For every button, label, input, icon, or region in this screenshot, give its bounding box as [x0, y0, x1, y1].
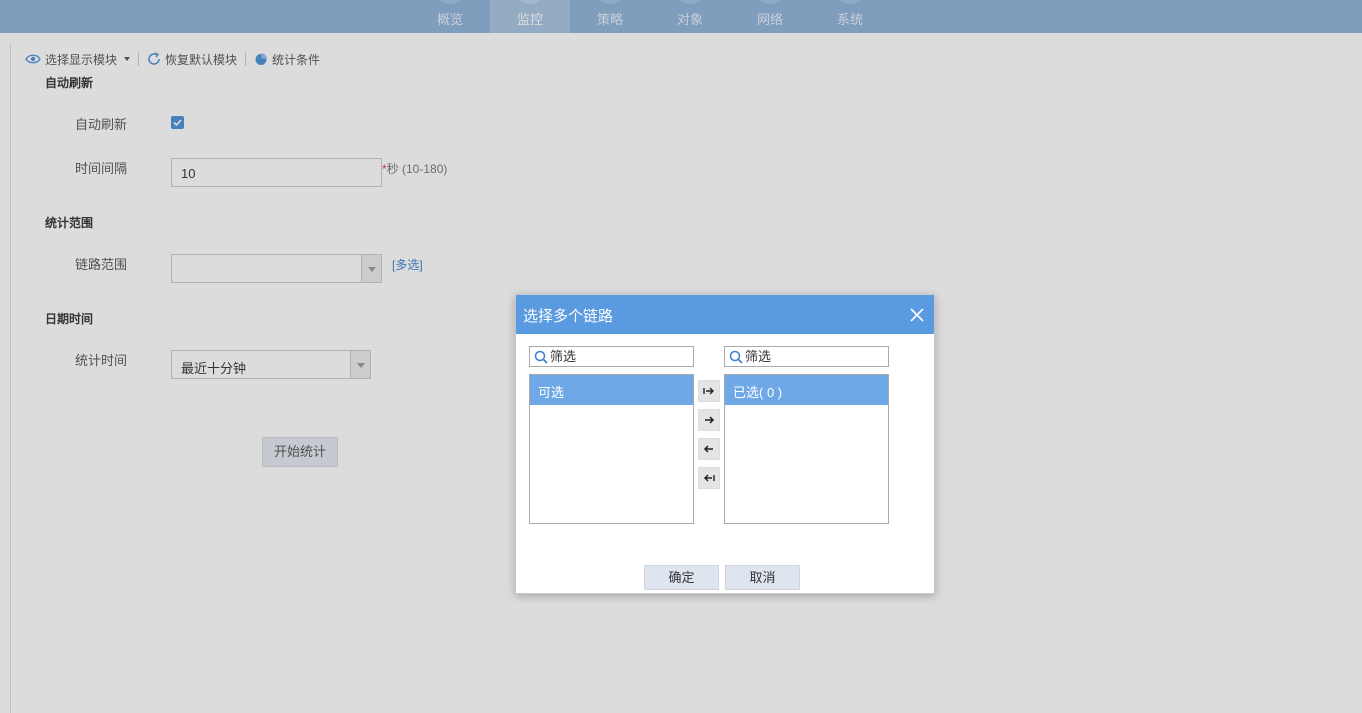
- select-links-dialog: 选择多个链路 可选 已选( 0 ) 确定 取消: [515, 294, 935, 594]
- move-left-button[interactable]: [698, 438, 720, 460]
- move-all-left-button[interactable]: [698, 467, 720, 489]
- double-arrow-left-icon: [704, 474, 715, 482]
- available-list-header: 可选: [530, 375, 693, 405]
- dialog-title: 选择多个链路: [523, 308, 614, 325]
- move-all-right-button[interactable]: [698, 380, 720, 402]
- confirm-button[interactable]: 确定: [644, 565, 719, 590]
- selected-list-header: 已选( 0 ): [725, 375, 888, 405]
- available-list[interactable]: 可选: [529, 374, 694, 524]
- selected-list[interactable]: 已选( 0 ): [724, 374, 889, 524]
- available-filter-input[interactable]: [550, 348, 690, 365]
- dialog-header: 选择多个链路: [516, 295, 934, 334]
- move-right-button[interactable]: [698, 409, 720, 431]
- selected-filter-input[interactable]: [745, 348, 885, 365]
- search-icon: [729, 350, 743, 364]
- double-arrow-right-icon: [703, 387, 714, 395]
- close-icon[interactable]: [910, 308, 924, 322]
- search-icon: [534, 350, 548, 364]
- cancel-button[interactable]: 取消: [725, 565, 800, 590]
- arrow-right-icon: [705, 416, 715, 424]
- selected-filter[interactable]: [724, 346, 889, 367]
- available-filter[interactable]: [529, 346, 694, 367]
- arrow-left-icon: [703, 445, 713, 453]
